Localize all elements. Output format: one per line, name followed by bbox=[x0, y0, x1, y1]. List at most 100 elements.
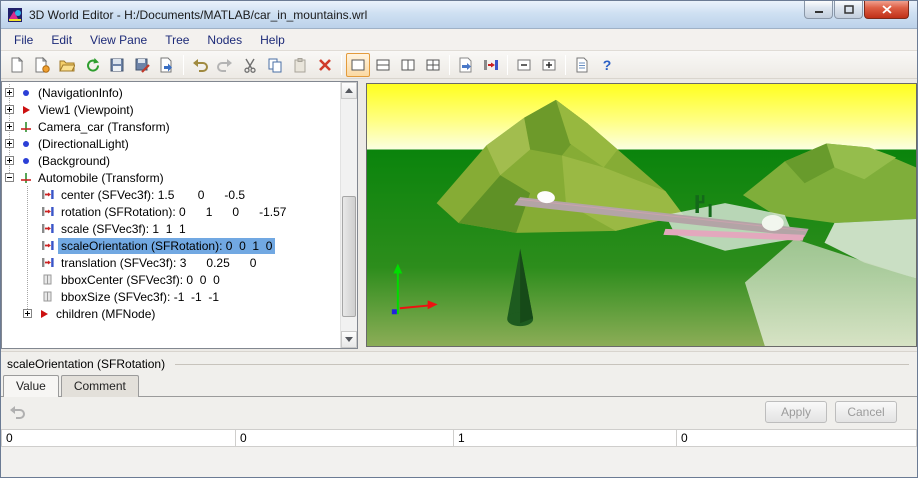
value-cell-2[interactable]: 1 bbox=[453, 429, 677, 447]
scene-tree[interactable]: (NavigationInfo) View1 (Viewpoint) Camer… bbox=[2, 82, 340, 348]
scroll-thumb[interactable] bbox=[342, 196, 356, 318]
value-table: 0 0 1 0 bbox=[1, 429, 917, 447]
refresh-button[interactable] bbox=[80, 53, 104, 77]
expand-plus-icon[interactable] bbox=[5, 156, 14, 165]
layout-quad-button[interactable] bbox=[421, 53, 445, 77]
export-button[interactable] bbox=[155, 53, 179, 77]
title-bar[interactable]: 3D World Editor - H:/Documents/MATLAB/ca… bbox=[1, 1, 917, 29]
svg-text:?: ? bbox=[603, 57, 612, 73]
expand-plus-icon[interactable] bbox=[5, 139, 14, 148]
tree-field-bboxsize[interactable]: bboxSize (SFVec3f): -1 -1 -1 bbox=[2, 288, 340, 305]
tab-comment[interactable]: Comment bbox=[60, 375, 139, 397]
tree-field-scaleorientation[interactable]: scaleOrientation (SFRotation): 0 0 1 0 bbox=[2, 237, 340, 254]
layout-split-h-icon bbox=[376, 59, 390, 70]
new-icon bbox=[11, 56, 24, 72]
help-icon: ? bbox=[603, 57, 612, 73]
layout-single-button[interactable] bbox=[346, 52, 370, 77]
menu-help[interactable]: Help bbox=[251, 30, 294, 50]
pane-splitter[interactable] bbox=[358, 81, 366, 351]
export-icon bbox=[160, 57, 172, 72]
tree-panel: (NavigationInfo) View1 (Viewpoint) Camer… bbox=[1, 81, 358, 349]
apply-button[interactable]: Apply bbox=[765, 401, 827, 423]
value-edit-toolbar: Apply Cancel bbox=[1, 397, 917, 427]
app-window: 3D World Editor - H:/Documents/MATLAB/ca… bbox=[0, 0, 918, 478]
maximize-button[interactable] bbox=[834, 1, 863, 19]
menu-view-pane[interactable]: View Pane bbox=[81, 30, 156, 50]
collapse-minus-icon[interactable] bbox=[5, 173, 14, 182]
value-cell-3[interactable]: 0 bbox=[676, 429, 917, 447]
node-insert-button[interactable] bbox=[454, 53, 478, 77]
scroll-up-button[interactable] bbox=[341, 82, 357, 99]
value-cell-0[interactable]: 0 bbox=[1, 429, 236, 447]
undo-icon bbox=[193, 58, 208, 72]
tree-field-label: translation (SFVec3f): 3 0.25 0 bbox=[61, 255, 257, 270]
expand-plus-icon[interactable] bbox=[5, 122, 14, 131]
new-button[interactable] bbox=[5, 53, 29, 77]
help-button[interactable]: ? bbox=[595, 53, 619, 77]
scroll-down-button[interactable] bbox=[341, 331, 357, 348]
scroll-track[interactable] bbox=[341, 99, 357, 331]
editor-tabs: Value Comment bbox=[1, 375, 917, 397]
directionallight-icon bbox=[23, 140, 29, 147]
collapse-all-button[interactable] bbox=[512, 53, 536, 77]
rock bbox=[761, 215, 784, 231]
undo-button[interactable] bbox=[188, 53, 212, 77]
tree-field-label: bboxCenter (SFVec3f): 0 0 0 bbox=[61, 272, 220, 287]
tree-field-bboxcenter[interactable]: bboxCenter (SFVec3f): 0 0 0 bbox=[2, 271, 340, 288]
node-connector-icon bbox=[484, 59, 498, 70]
menu-tree[interactable]: Tree bbox=[156, 30, 198, 50]
expand-plus-icon[interactable] bbox=[5, 88, 14, 97]
menu-file[interactable]: File bbox=[5, 30, 42, 50]
expand-all-button[interactable] bbox=[537, 53, 561, 77]
copy-button[interactable] bbox=[263, 53, 287, 77]
delete-button[interactable] bbox=[313, 53, 337, 77]
cut-button[interactable] bbox=[238, 53, 262, 77]
menu-edit[interactable]: Edit bbox=[42, 30, 81, 50]
paste-button[interactable] bbox=[288, 53, 312, 77]
layout-split-v-icon bbox=[401, 59, 415, 70]
arrow-down-icon bbox=[345, 337, 353, 342]
tree-node-viewpoint[interactable]: View1 (Viewpoint) bbox=[2, 101, 340, 118]
tree-field-scale[interactable]: scale (SFVec3f): 1 1 1 bbox=[2, 220, 340, 237]
documentation-button[interactable] bbox=[570, 53, 594, 77]
redo-button[interactable] bbox=[213, 53, 237, 77]
tree-node-children[interactable]: children (MFNode) bbox=[2, 305, 340, 322]
save-edit-button[interactable] bbox=[130, 53, 154, 77]
layout-split-h-button[interactable] bbox=[371, 53, 395, 77]
value-cell-1[interactable]: 0 bbox=[235, 429, 454, 447]
panel-title: scaleOrientation (SFRotation) bbox=[7, 357, 166, 371]
3d-viewport[interactable] bbox=[366, 83, 917, 347]
new-from-template-button[interactable] bbox=[30, 53, 54, 77]
panel-title-rule bbox=[175, 363, 909, 365]
cancel-button[interactable]: Cancel bbox=[835, 401, 897, 423]
tree-node-navigationinfo[interactable]: (NavigationInfo) bbox=[2, 84, 340, 101]
layout-single-icon bbox=[351, 59, 365, 70]
layout-split-v-button[interactable] bbox=[396, 53, 420, 77]
expand-plus-icon[interactable] bbox=[5, 105, 14, 114]
save-button[interactable] bbox=[105, 53, 129, 77]
save-edit-icon bbox=[135, 58, 150, 73]
minimize-button[interactable] bbox=[804, 1, 833, 19]
node-connector-button[interactable] bbox=[479, 53, 503, 77]
open-button[interactable] bbox=[55, 53, 79, 77]
tree-node-automobile[interactable]: Automobile (Transform) bbox=[2, 169, 340, 186]
collapse-all-icon bbox=[517, 59, 531, 70]
tree-node-label: (NavigationInfo) bbox=[38, 85, 123, 100]
tree-field-translation[interactable]: translation (SFVec3f): 3 0.25 0 bbox=[2, 254, 340, 271]
field-icon bbox=[42, 241, 54, 250]
revert-icon[interactable] bbox=[9, 404, 26, 420]
node-insert-icon bbox=[459, 57, 472, 72]
expand-plus-icon[interactable] bbox=[23, 309, 32, 318]
tree-field-rotation[interactable]: rotation (SFRotation): 0 1 0 -1.57 bbox=[2, 203, 340, 220]
tree-node-directionallight[interactable]: (DirectionalLight) bbox=[2, 135, 340, 152]
field-icon bbox=[42, 207, 54, 216]
menu-nodes[interactable]: Nodes bbox=[198, 30, 251, 50]
tab-value[interactable]: Value bbox=[3, 375, 59, 397]
layout-quad-icon bbox=[426, 59, 440, 70]
tree-field-center[interactable]: center (SFVec3f): 1.5 0 -0.5 bbox=[2, 186, 340, 203]
tree-node-background[interactable]: (Background) bbox=[2, 152, 340, 169]
tree-node-camera-car[interactable]: Camera_car (Transform) bbox=[2, 118, 340, 135]
close-button[interactable] bbox=[864, 1, 909, 19]
tree-node-label: (DirectionalLight) bbox=[38, 136, 129, 151]
tree-scrollbar[interactable] bbox=[340, 82, 357, 348]
